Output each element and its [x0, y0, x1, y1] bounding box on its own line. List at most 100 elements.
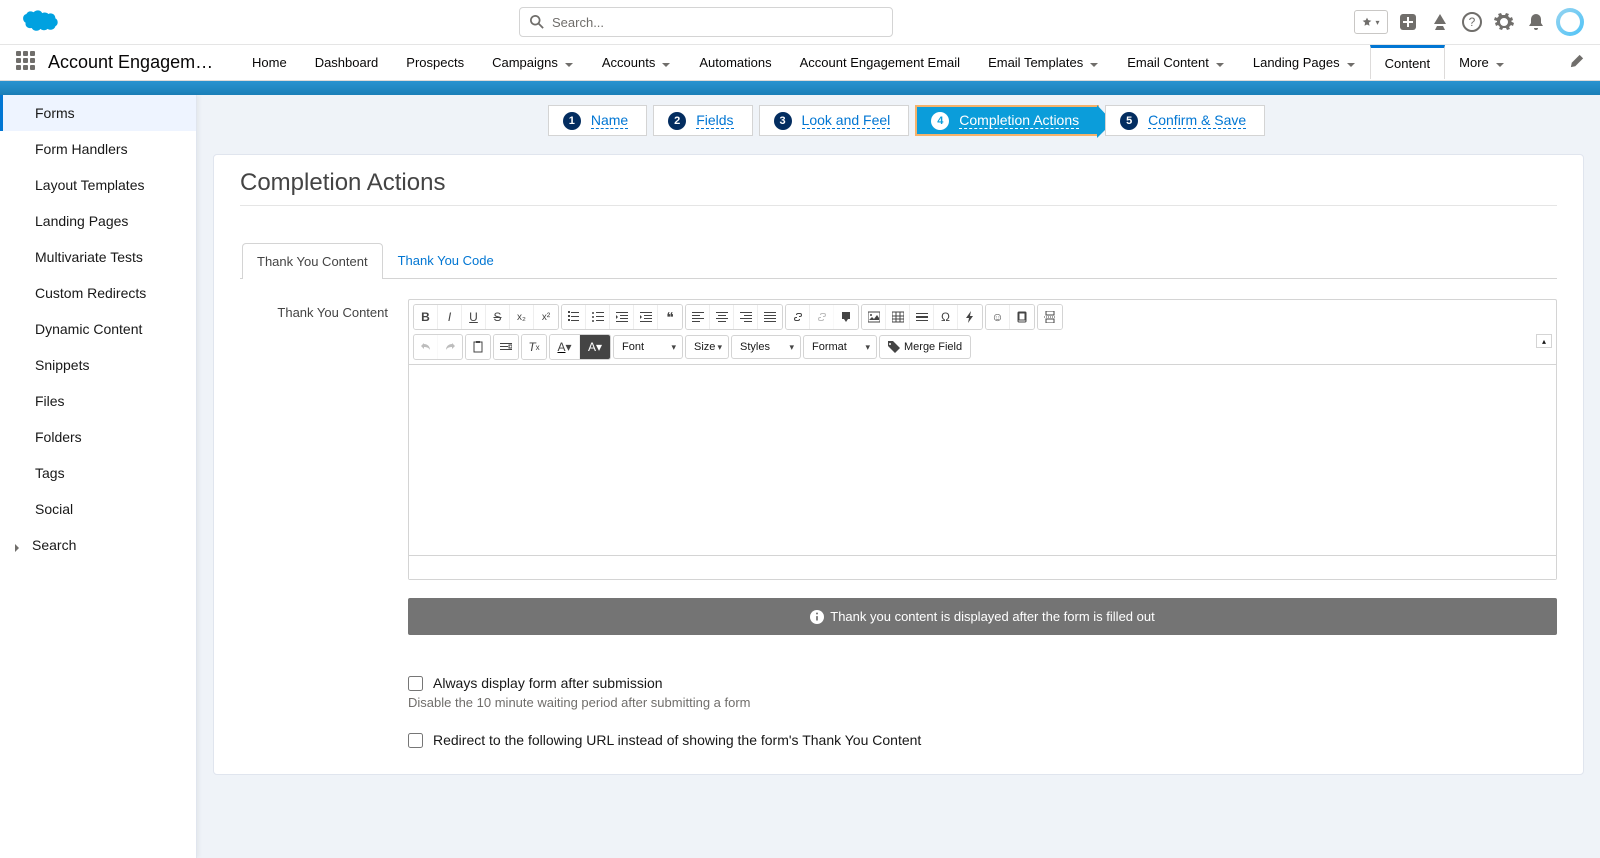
anchor-button[interactable] — [834, 305, 858, 329]
text-color-button[interactable]: A▾ — [550, 335, 580, 359]
nav-item-home[interactable]: Home — [238, 46, 301, 80]
emoji-button[interactable]: ☺ — [986, 305, 1010, 329]
wizard-step-label: Completion Actions — [959, 112, 1079, 129]
subscript-button[interactable]: x₂ — [510, 305, 534, 329]
tab-thank-you-content[interactable]: Thank You Content — [242, 243, 383, 279]
table-button[interactable] — [886, 305, 910, 329]
link-button[interactable] — [786, 305, 810, 329]
special-char-button[interactable]: Ω — [934, 305, 958, 329]
trailhead-button[interactable] — [1428, 10, 1452, 34]
size-select[interactable]: Size — [685, 335, 729, 359]
notifications-button[interactable] — [1524, 10, 1548, 34]
salesforce-logo[interactable] — [16, 7, 58, 38]
collapse-toolbar-button[interactable]: ▴ — [1536, 334, 1552, 348]
indent-button[interactable] — [634, 305, 658, 329]
content-sidebar: FormsForm HandlersLayout TemplatesLandin… — [0, 95, 197, 858]
device-preview-button[interactable] — [1010, 305, 1034, 329]
outdent-button[interactable] — [610, 305, 634, 329]
blockquote-button[interactable]: ❝ — [658, 305, 682, 329]
sidebar-item-social[interactable]: Social — [0, 491, 196, 527]
sidebar-item-form-handlers[interactable]: Form Handlers — [0, 131, 196, 167]
clear-format-button[interactable]: Tx — [522, 335, 546, 359]
question-icon: ? — [1462, 12, 1482, 32]
nav-item-automations[interactable]: Automations — [685, 46, 785, 80]
chevron-right-icon — [12, 540, 22, 550]
edit-nav-button[interactable] — [1570, 54, 1584, 71]
align-right-button[interactable] — [734, 305, 758, 329]
select-all-button[interactable] — [494, 335, 518, 359]
hr-button[interactable] — [910, 305, 934, 329]
sidebar-item-files[interactable]: Files — [0, 383, 196, 419]
align-left-button[interactable] — [686, 305, 710, 329]
sidebar-item-multivariate-tests[interactable]: Multivariate Tests — [0, 239, 196, 275]
nav-item-label: Account Engagement Email — [800, 55, 960, 70]
nav-item-content[interactable]: Content — [1370, 45, 1446, 79]
format-select[interactable]: Format — [803, 335, 877, 359]
settings-button[interactable] — [1492, 10, 1516, 34]
lightning-button[interactable] — [958, 305, 982, 329]
completion-actions-panel: Completion Actions Thank You ContentThan… — [213, 154, 1584, 775]
always-display-checkbox[interactable] — [408, 676, 423, 691]
undo-button[interactable] — [414, 335, 438, 359]
sidebar-item-search[interactable]: Search — [0, 527, 196, 563]
favorites-toggle[interactable]: ▾ — [1354, 10, 1388, 34]
nav-item-email-templates[interactable]: Email Templates — [974, 46, 1113, 80]
font-select[interactable]: Font — [613, 335, 683, 359]
nav-item-accounts[interactable]: Accounts — [588, 46, 685, 80]
user-avatar[interactable] — [1556, 8, 1584, 36]
page-title: Completion Actions — [240, 169, 1557, 206]
global-search-input[interactable]: Search... — [519, 7, 893, 37]
strikethrough-button[interactable]: S — [486, 305, 510, 329]
sidebar-item-custom-redirects[interactable]: Custom Redirects — [0, 275, 196, 311]
sidebar-item-tags[interactable]: Tags — [0, 455, 196, 491]
global-header: Search... ▾ ? — [0, 0, 1600, 45]
nav-item-account-engagement-email[interactable]: Account Engagement Email — [786, 46, 974, 80]
wizard-step-4[interactable]: 4Completion Actions — [915, 105, 1099, 136]
bg-color-button[interactable]: A▾ — [580, 335, 610, 359]
unlink-button[interactable] — [810, 305, 834, 329]
numbered-list-button[interactable] — [562, 305, 586, 329]
chevron-down-icon — [1495, 58, 1505, 68]
page-break-button[interactable] — [1038, 305, 1062, 329]
redirect-checkbox[interactable] — [408, 733, 423, 748]
add-button[interactable] — [1396, 10, 1420, 34]
sidebar-item-folders[interactable]: Folders — [0, 419, 196, 455]
editor-status-bar — [409, 555, 1556, 579]
image-button[interactable] — [862, 305, 886, 329]
sidebar-item-dynamic-content[interactable]: Dynamic Content — [0, 311, 196, 347]
wizard-step-1[interactable]: 1Name — [548, 105, 647, 136]
nav-item-label: Landing Pages — [1253, 55, 1340, 70]
bullet-list-button[interactable] — [586, 305, 610, 329]
nav-item-more[interactable]: More — [1445, 46, 1519, 80]
nav-item-label: Email Content — [1127, 55, 1209, 70]
nav-item-campaigns[interactable]: Campaigns — [478, 46, 588, 80]
wizard-step-2[interactable]: 2Fields — [653, 105, 752, 136]
superscript-button[interactable]: x² — [534, 305, 558, 329]
wizard-step-3[interactable]: 3Look and Feel — [759, 105, 910, 136]
italic-button[interactable]: I — [438, 305, 462, 329]
align-center-button[interactable] — [710, 305, 734, 329]
star-icon — [1362, 17, 1372, 27]
thank-you-content-label: Thank You Content — [240, 299, 388, 320]
sidebar-item-layout-templates[interactable]: Layout Templates — [0, 167, 196, 203]
sidebar-item-forms[interactable]: Forms — [0, 95, 196, 131]
wizard-step-5[interactable]: 5Confirm & Save — [1105, 105, 1265, 136]
nav-item-prospects[interactable]: Prospects — [392, 46, 478, 80]
bold-button[interactable]: B — [414, 305, 438, 329]
nav-item-dashboard[interactable]: Dashboard — [301, 46, 393, 80]
nav-item-email-content[interactable]: Email Content — [1113, 46, 1239, 80]
align-justify-button[interactable] — [758, 305, 782, 329]
help-button[interactable]: ? — [1460, 10, 1484, 34]
app-launcher-button[interactable] — [16, 51, 40, 75]
underline-button[interactable]: U — [462, 305, 486, 329]
plus-icon — [1398, 12, 1418, 32]
sidebar-item-snippets[interactable]: Snippets — [0, 347, 196, 383]
paste-button[interactable] — [466, 335, 490, 359]
styles-select[interactable]: Styles — [731, 335, 801, 359]
merge-field-button[interactable]: Merge Field — [879, 335, 971, 359]
nav-item-landing-pages[interactable]: Landing Pages — [1239, 46, 1370, 80]
tab-thank-you-code[interactable]: Thank You Code — [383, 242, 509, 278]
editor-content-area[interactable] — [409, 365, 1556, 555]
sidebar-item-landing-pages[interactable]: Landing Pages — [0, 203, 196, 239]
redo-button[interactable] — [438, 335, 462, 359]
